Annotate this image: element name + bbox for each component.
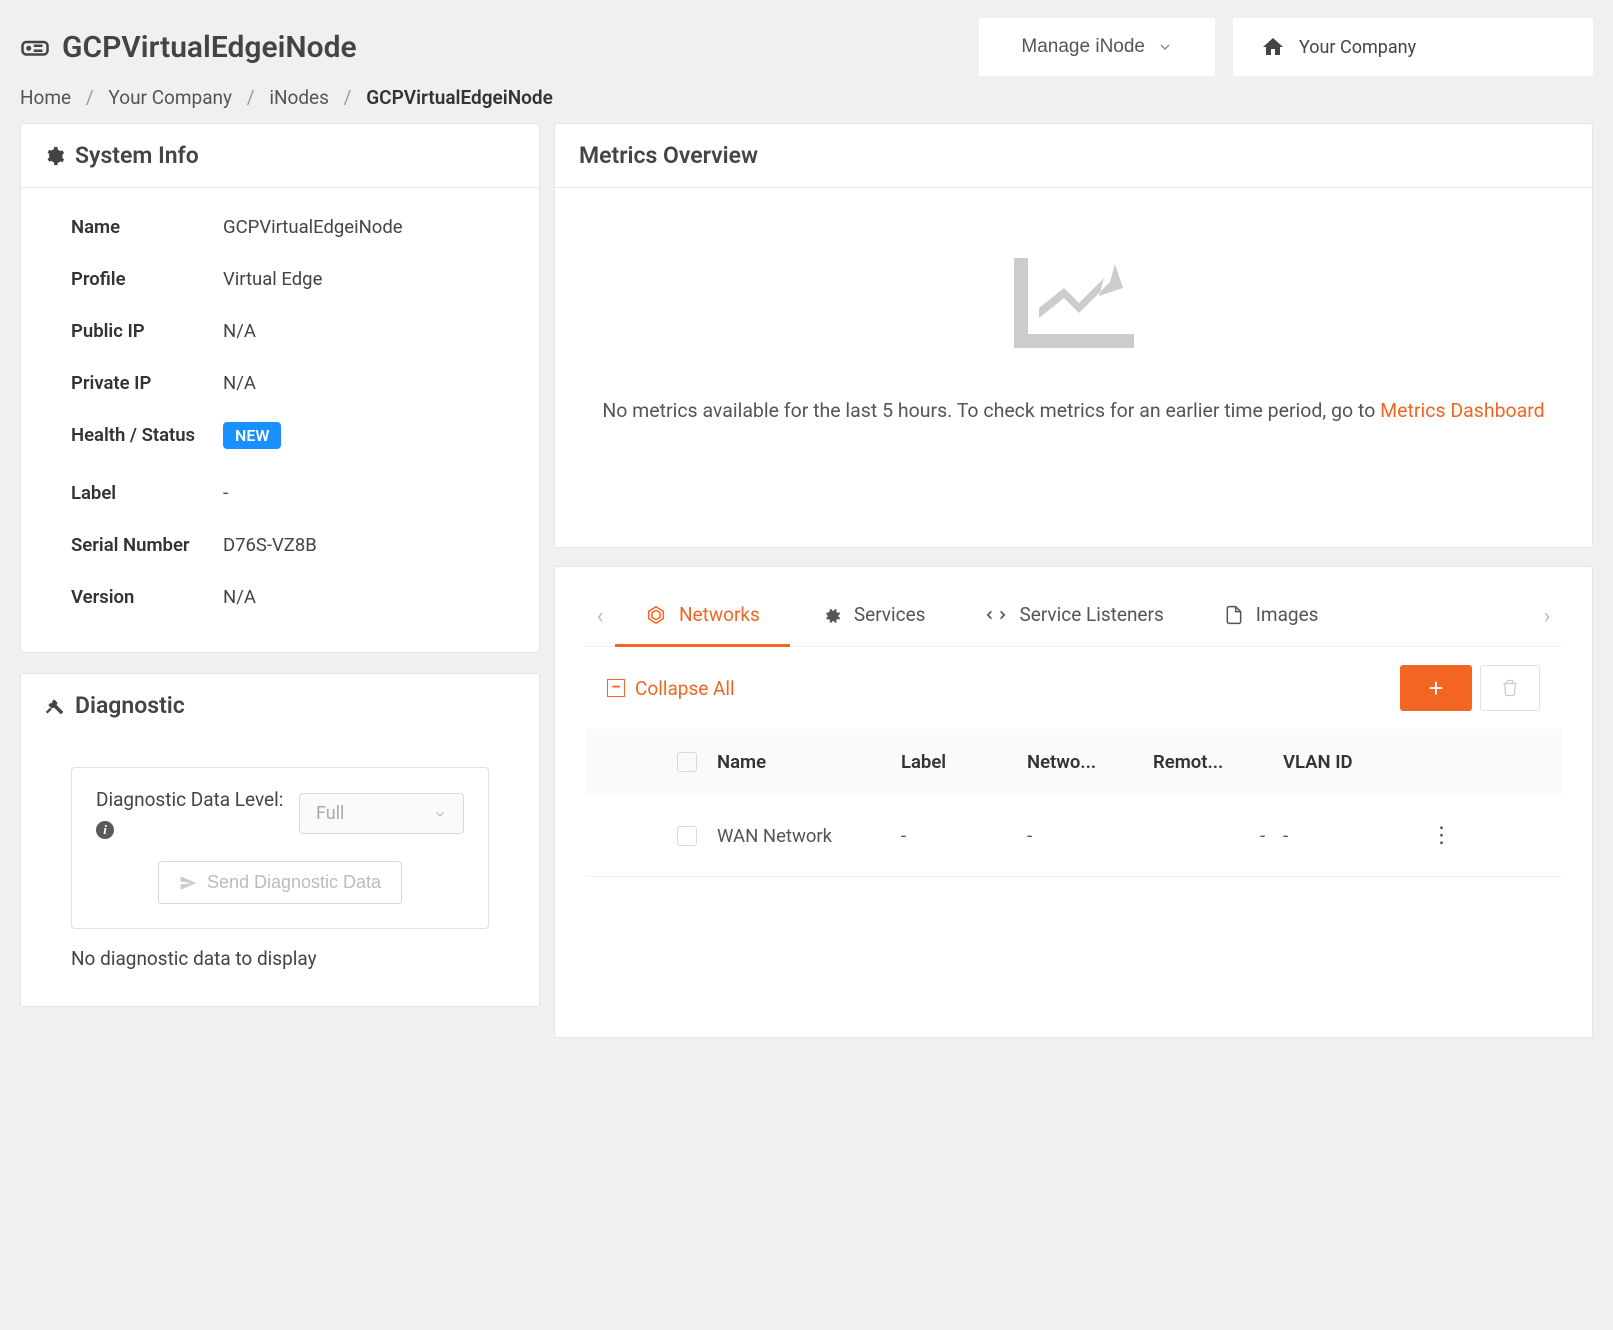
label-version: Version bbox=[71, 586, 223, 608]
diagnostic-empty-text: No diagnostic data to display bbox=[71, 947, 489, 970]
col-header-name[interactable]: Name bbox=[717, 751, 901, 773]
breadcrumb: Home / Your Company / iNodes / GCPVirtua… bbox=[0, 76, 1613, 123]
health-badge: NEW bbox=[223, 422, 281, 449]
row-vlan: - bbox=[1283, 825, 1413, 847]
metrics-title: Metrics Overview bbox=[579, 142, 758, 169]
tools-icon bbox=[45, 696, 65, 716]
send-icon bbox=[179, 874, 197, 892]
networks-table: Name Label Netwo... Remot... VLAN ID WAN… bbox=[585, 729, 1562, 877]
send-diagnostic-button[interactable]: Send Diagnostic Data bbox=[158, 861, 402, 904]
images-icon bbox=[1224, 604, 1244, 626]
tab-prev-button[interactable]: ‹ bbox=[585, 588, 615, 645]
trash-icon bbox=[1501, 679, 1519, 697]
page-title-block: GCPVirtualEdgeiNode bbox=[20, 30, 357, 65]
chevron-down-icon bbox=[1157, 39, 1173, 55]
label-private-ip: Private IP bbox=[71, 372, 223, 394]
row-netwo: - bbox=[1027, 825, 1153, 847]
system-info-card: System Info NameGCPVirtualEdgeiNode Prof… bbox=[20, 123, 540, 653]
label-profile: Profile bbox=[71, 268, 223, 290]
network-icon bbox=[645, 604, 667, 626]
value-public-ip: N/A bbox=[223, 320, 256, 342]
diagnostic-title: Diagnostic bbox=[75, 692, 185, 719]
col-header-vlan[interactable]: VLAN ID bbox=[1283, 751, 1413, 773]
value-private-ip: N/A bbox=[223, 372, 256, 394]
company-card[interactable]: Your Company bbox=[1233, 18, 1593, 76]
breadcrumb-home[interactable]: Home bbox=[20, 86, 71, 109]
metrics-empty-text: No metrics available for the last 5 hour… bbox=[595, 394, 1552, 427]
tab-service-listeners[interactable]: Service Listeners bbox=[955, 587, 1193, 647]
add-network-button[interactable]: + bbox=[1400, 665, 1472, 711]
col-header-remot[interactable]: Remot... bbox=[1153, 751, 1283, 773]
breadcrumb-inodes[interactable]: iNodes bbox=[269, 86, 329, 109]
metrics-card: Metrics Overview No metrics available fo… bbox=[554, 123, 1593, 548]
page-title: GCPVirtualEdgeiNode bbox=[62, 30, 357, 65]
tab-networks[interactable]: Networks bbox=[615, 587, 790, 647]
services-icon bbox=[820, 604, 842, 626]
col-header-label[interactable]: Label bbox=[901, 751, 1027, 773]
value-profile: Virtual Edge bbox=[223, 268, 322, 290]
device-icon bbox=[20, 32, 50, 62]
gear-icon bbox=[45, 146, 65, 166]
value-version: N/A bbox=[223, 586, 256, 608]
label-serial: Serial Number bbox=[71, 534, 223, 556]
chevron-down-icon bbox=[433, 807, 447, 821]
delete-network-button[interactable] bbox=[1480, 665, 1540, 711]
info-icon[interactable]: i bbox=[96, 821, 114, 839]
chart-icon bbox=[1004, 248, 1144, 358]
system-info-title: System Info bbox=[75, 142, 199, 169]
row-label: - bbox=[901, 825, 1027, 847]
collapse-icon: − bbox=[607, 679, 625, 697]
tab-next-button[interactable]: › bbox=[1532, 588, 1562, 645]
value-name: GCPVirtualEdgeiNode bbox=[223, 216, 403, 238]
label-label: Label bbox=[71, 482, 223, 504]
row-actions-button[interactable]: ⋮ bbox=[1431, 823, 1452, 848]
home-icon bbox=[1261, 35, 1285, 59]
value-label: - bbox=[223, 482, 228, 504]
tab-images[interactable]: Images bbox=[1194, 587, 1349, 647]
label-public-ip: Public IP bbox=[71, 320, 223, 342]
tabs-card: ‹ Networks Services Service Listeners bbox=[554, 566, 1593, 1038]
diagnostic-level-select[interactable]: Full bbox=[299, 793, 464, 834]
row-name[interactable]: WAN Network bbox=[717, 825, 901, 847]
table-row: WAN Network - - - - ⋮ bbox=[585, 795, 1562, 877]
collapse-all-button[interactable]: − Collapse All bbox=[607, 677, 735, 700]
metrics-dashboard-link[interactable]: Metrics Dashboard bbox=[1380, 399, 1545, 422]
diagnostic-level-label: Diagnostic Data Level: bbox=[96, 788, 283, 811]
label-name: Name bbox=[71, 216, 223, 238]
select-all-checkbox[interactable] bbox=[677, 752, 697, 772]
value-serial: D76S-VZ8B bbox=[223, 534, 317, 556]
tab-services[interactable]: Services bbox=[790, 587, 956, 647]
breadcrumb-company[interactable]: Your Company bbox=[108, 86, 232, 109]
col-header-netwo[interactable]: Netwo... bbox=[1027, 751, 1153, 773]
breadcrumb-current: GCPVirtualEdgeiNode bbox=[366, 86, 553, 109]
row-checkbox[interactable] bbox=[677, 826, 697, 846]
manage-inode-button[interactable]: Manage iNode bbox=[979, 18, 1215, 76]
diagnostic-card: Diagnostic Diagnostic Data Level: i Full bbox=[20, 673, 540, 1007]
label-health: Health / Status bbox=[71, 424, 223, 446]
listeners-icon bbox=[985, 604, 1007, 626]
row-remot: - bbox=[1153, 825, 1283, 847]
